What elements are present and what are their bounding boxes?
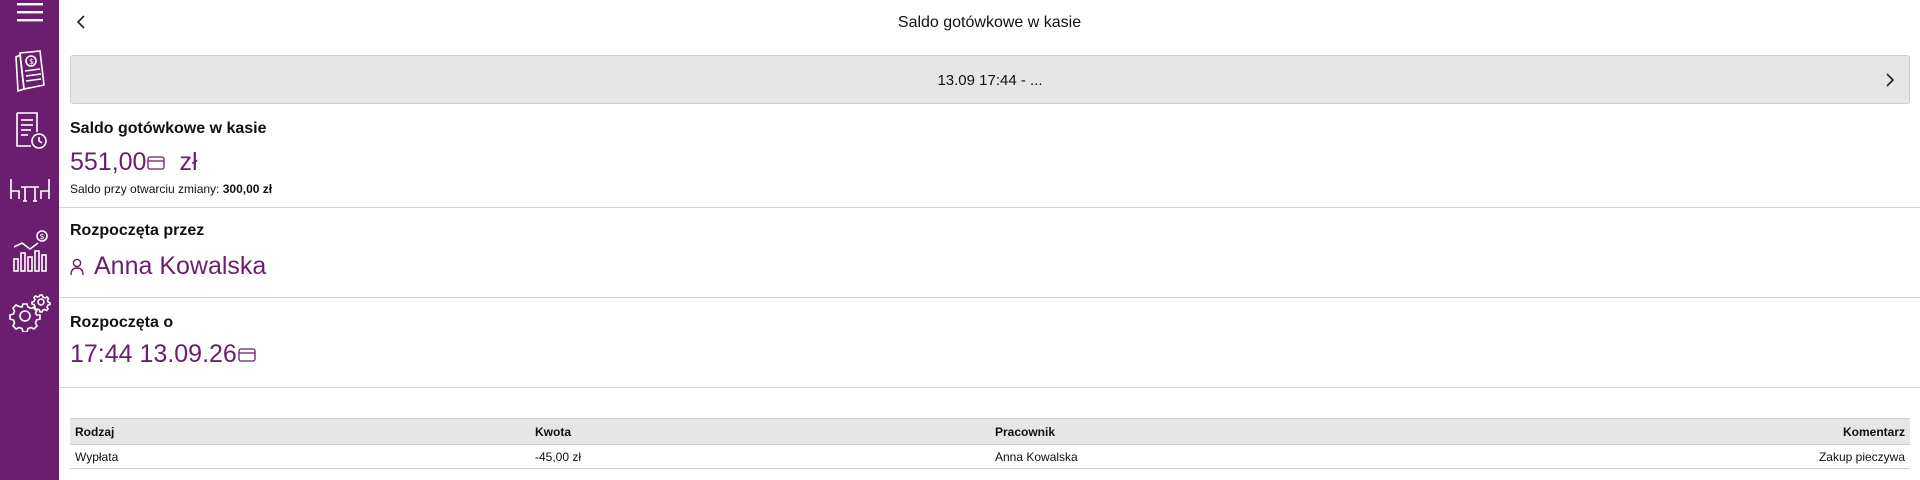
menu-icon[interactable]: [0, 0, 59, 26]
table-header-row: Rodzaj Kwota Pracownik Komentarz: [70, 418, 1910, 445]
balance-currency: zł: [179, 148, 198, 176]
shift-selector[interactable]: 13.09 17:44 - ...: [70, 55, 1910, 104]
tables-chairs-icon[interactable]: [0, 172, 59, 208]
opening-balance-value: 300,00 zł: [222, 182, 273, 196]
shift-range: 13.09 17:44 - ...: [937, 72, 1043, 89]
started-at-section: Rozpoczęta o 17:44 13.09.26: [59, 298, 1920, 388]
opening-balance-label: Saldo przy otwarciu zmiany:: [70, 182, 220, 196]
person-icon: [70, 258, 84, 276]
cell-employee: Anna Kowalska: [990, 444, 1450, 469]
balance-label: Saldo gotówkowe w kasie: [70, 120, 267, 137]
cell-comment: Zakup pieczywa: [1450, 444, 1910, 469]
chevron-right-icon[interactable]: [1881, 70, 1899, 90]
balance-amount: 551,00: [70, 148, 147, 176]
receipt-money-icon[interactable]: $: [0, 48, 59, 94]
started-by-name: Anna Kowalska: [94, 252, 267, 280]
stats-money-icon[interactable]: $: [0, 228, 59, 276]
top-bar: Saldo gotówkowe w kasie: [59, 0, 1920, 48]
gear-icon[interactable]: [0, 290, 59, 334]
started-by-section: Rozpoczęta przez Anna Kowalska: [59, 208, 1920, 298]
cell-type: Wypłata: [70, 444, 530, 469]
started-at-label: Rozpoczęta o: [70, 314, 174, 331]
started-at-datetime: 17:44 13.09.26: [70, 340, 237, 368]
started-by-value: Anna Kowalska: [70, 252, 266, 281]
calculator-icon[interactable]: [147, 148, 166, 177]
report-clock-icon[interactable]: [0, 108, 59, 152]
balance-value: 551,00 zł: [70, 148, 198, 177]
balance-section: Saldo gotówkowe w kasie 551,00 zł Saldo …: [59, 104, 1920, 208]
page-title: Saldo gotówkowe w kasie: [897, 14, 1082, 31]
calendar-icon[interactable]: [238, 340, 256, 369]
svg-text:$: $: [39, 232, 44, 241]
column-header-type[interactable]: Rodzaj: [70, 418, 530, 445]
column-header-amount[interactable]: Kwota: [530, 418, 990, 445]
started-by-label: Rozpoczęta przez: [70, 222, 205, 239]
column-header-employee[interactable]: Pracownik: [990, 418, 1450, 445]
main-content: Saldo gotówkowe w kasie 13.09 17:44 - ..…: [59, 0, 1920, 480]
svg-text:$: $: [29, 57, 34, 66]
cell-amount: -45,00 zł: [530, 444, 990, 469]
started-at-value: 17:44 13.09.26: [70, 340, 256, 369]
sidebar: $ $: [0, 0, 59, 480]
table-row[interactable]: Wypłata -45,00 zł Anna Kowalska Zakup pi…: [70, 444, 1910, 469]
transactions-table: Rodzaj Kwota Pracownik Komentarz Wypłata…: [70, 418, 1910, 469]
opening-balance: Saldo przy otwarciu zmiany: 300,00 zł: [70, 182, 272, 196]
column-header-comment[interactable]: Komentarz: [1450, 418, 1910, 445]
